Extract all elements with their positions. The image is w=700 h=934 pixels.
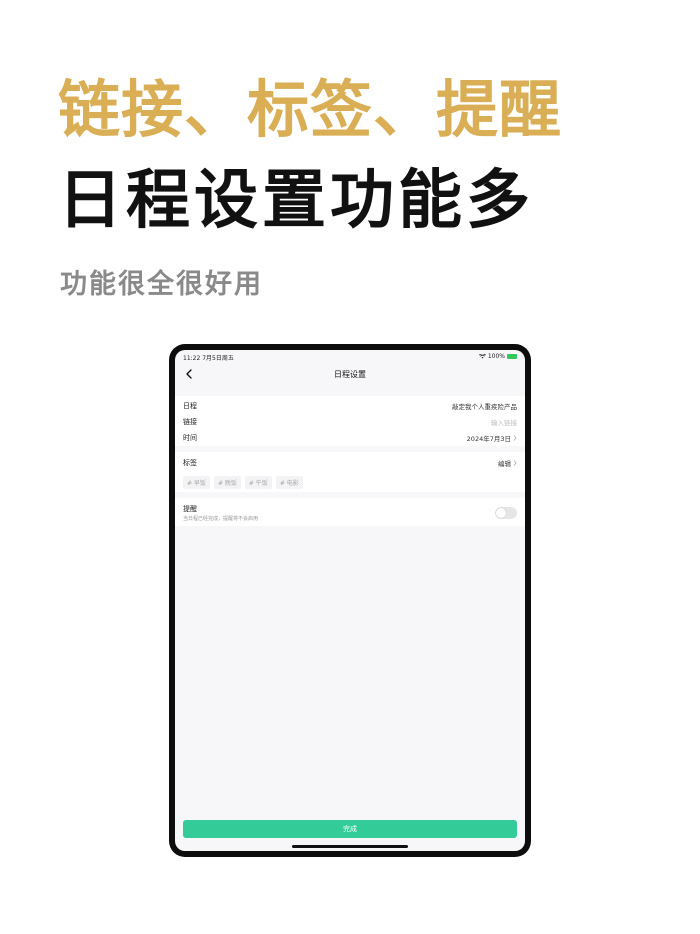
tags-edit-button[interactable]: 编辑 (498, 458, 517, 468)
tablet-screen: 11:22 7月5日周五 100% 日程设置 日程 敲定我个人重疾险产品 链接 … (175, 350, 525, 851)
home-indicator (292, 845, 408, 848)
status-time-date: 11:22 7月5日周五 (183, 355, 234, 362)
link-label: 链接 (183, 418, 197, 426)
page-title: 日程设置 (334, 370, 366, 379)
done-button-label: 完成 (343, 825, 357, 833)
tag-chip[interactable]: # 晚饭 (213, 476, 241, 489)
time-value: 2024年7月3日 (466, 435, 511, 443)
schedule-value: 敲定我个人重疾险产品 (452, 403, 517, 411)
tags-edit-label: 编辑 (498, 460, 511, 468)
done-button[interactable]: 完成 (183, 820, 517, 838)
toggle-knob (496, 508, 506, 518)
chevron-right-icon (513, 460, 517, 466)
reminder-hint: 当日程已经完成，提醒将不会启用 (183, 516, 259, 522)
tag-chip[interactable]: # 电影 (275, 476, 303, 489)
tag-list: # 早饭 # 晚饭 # 午饭 # 电影 (183, 476, 303, 489)
schedule-row[interactable]: 日程 敲定我个人重疾险产品 (175, 397, 525, 413)
tags-card: 标签 编辑 # 早饭 # 晚饭 # 午饭 # 电影 (175, 452, 525, 492)
battery-icon (507, 354, 517, 359)
navbar: 日程设置 (175, 364, 525, 386)
wifi-icon (478, 354, 486, 359)
hero-title-line1: 链接、标签、提醒 (58, 73, 563, 146)
tablet-frame: 11:22 7月5日周五 100% 日程设置 日程 敲定我个人重疾险产品 链接 … (169, 344, 531, 857)
tags-row: 标签 编辑 (175, 454, 525, 470)
tag-chip[interactable]: # 午饭 (244, 476, 272, 489)
link-input[interactable]: 输入链接 (491, 417, 517, 427)
reminder-card: 提醒 当日程已经完成，提醒将不会启用 (175, 498, 525, 526)
chevron-right-icon (513, 435, 517, 441)
reminder-toggle[interactable] (495, 507, 517, 519)
tag-chip[interactable]: # 早饭 (183, 476, 210, 489)
link-row[interactable]: 链接 输入链接 (175, 413, 525, 429)
hero-title-line2: 日程设置功能多 (58, 163, 534, 238)
reminder-label: 提醒 (183, 505, 197, 513)
status-right: 100% (478, 353, 517, 360)
time-row[interactable]: 时间 2024年7月3日 (175, 429, 525, 445)
schedule-card: 日程 敲定我个人重疾险产品 链接 输入链接 时间 2024年7月3日 (175, 396, 525, 446)
time-label: 时间 (183, 434, 197, 442)
battery-percent: 100% (487, 353, 505, 360)
tags-label: 标签 (183, 459, 197, 467)
hero-subtitle: 功能很全很好用 (60, 269, 263, 300)
status-bar: 11:22 7月5日周五 100% (175, 350, 525, 364)
time-value-group: 2024年7月3日 (467, 433, 517, 443)
schedule-label: 日程 (183, 402, 197, 410)
